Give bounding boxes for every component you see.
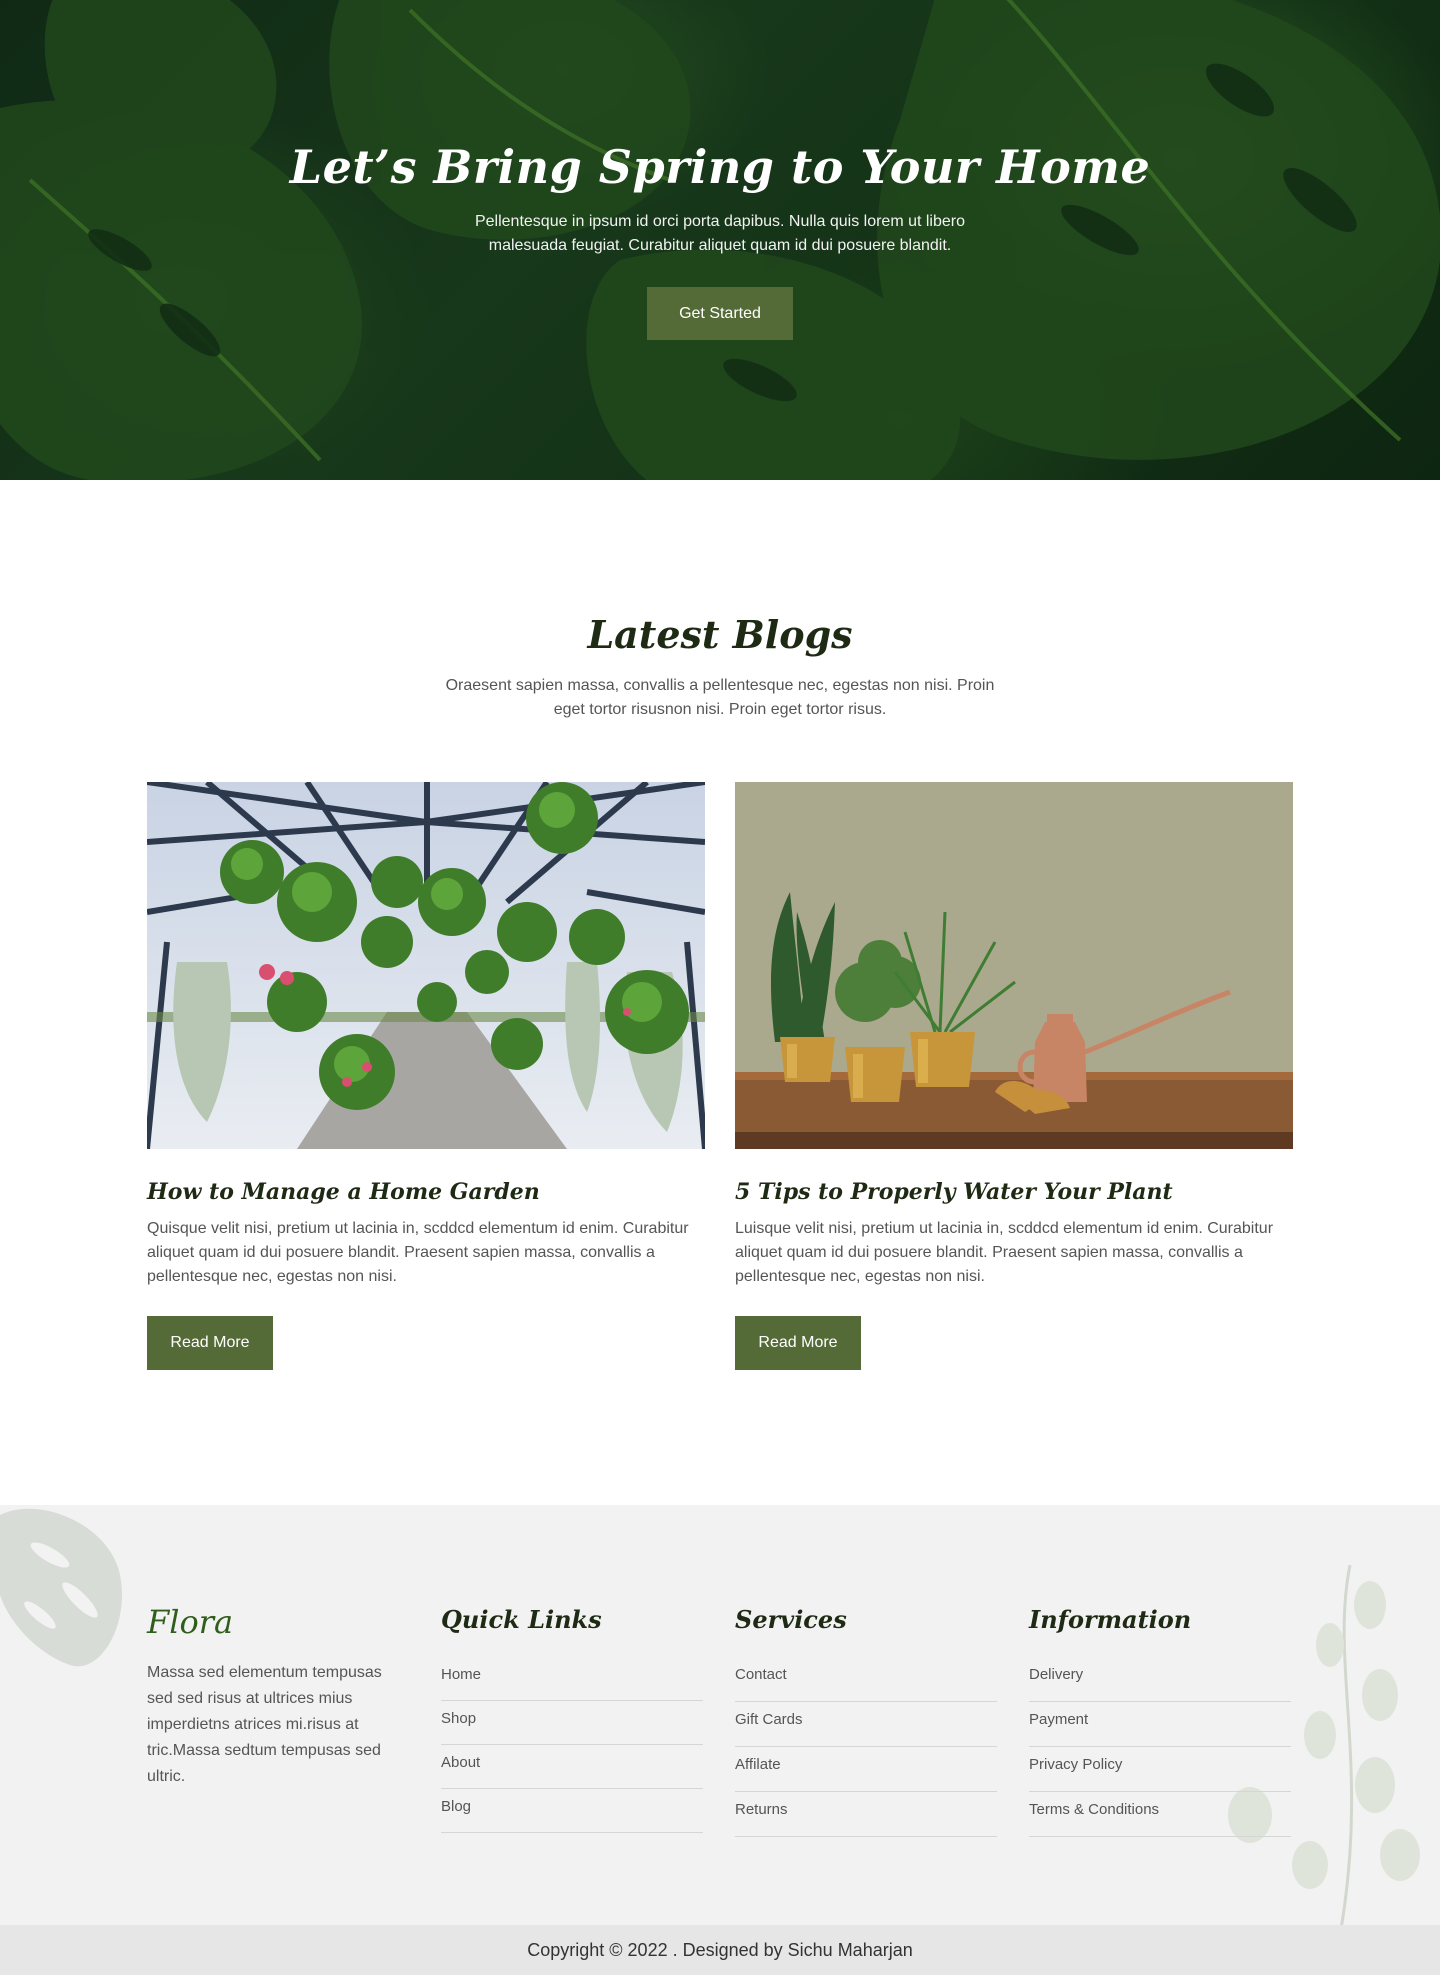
read-more-button[interactable]: Read More bbox=[147, 1316, 273, 1370]
footer-link-blog[interactable]: Blog bbox=[441, 1789, 703, 1833]
footer-link-shop[interactable]: Shop bbox=[441, 1701, 703, 1745]
blog-card: 5 Tips to Properly Water Your Plant Luis… bbox=[735, 782, 1293, 1370]
blog-excerpt: Luisque velit nisi, pretium ut lacinia i… bbox=[735, 1220, 1274, 1285]
latest-blogs-subtitle: Oraesent sapien massa, convallis a pelle… bbox=[445, 677, 995, 718]
quick-links-column: Quick Links Home Shop About Blog bbox=[441, 1605, 703, 1833]
services-column: Services Contact Gift Cards Affilate Ret… bbox=[735, 1605, 997, 1837]
hero-title: Let’s Bring Spring to Your Home bbox=[289, 140, 1151, 194]
footer-about-text: Massa sed elementum tempusas sed sed ris… bbox=[147, 1664, 382, 1785]
site-footer: Flora Massa sed elementum tempusas sed s… bbox=[0, 1505, 1440, 1925]
information-title: Information bbox=[1029, 1605, 1192, 1634]
blog-excerpt: Quisque velit nisi, pretium ut lacinia i… bbox=[147, 1220, 689, 1285]
blog-title[interactable]: How to Manage a Home Garden bbox=[147, 1179, 705, 1209]
quick-links-title: Quick Links bbox=[441, 1605, 602, 1634]
get-started-button[interactable]: Get Started bbox=[647, 287, 793, 340]
footer-link-delivery[interactable]: Delivery bbox=[1029, 1657, 1291, 1702]
blog-card: How to Manage a Home Garden Quisque veli… bbox=[147, 782, 705, 1370]
blog-title[interactable]: 5 Tips to Properly Water Your Plant bbox=[735, 1179, 1293, 1209]
information-column: Information Delivery Payment Privacy Pol… bbox=[1029, 1605, 1291, 1837]
footer-link-returns[interactable]: Returns bbox=[735, 1792, 997, 1837]
footer-link-privacy-policy[interactable]: Privacy Policy bbox=[1029, 1747, 1291, 1792]
footer-link-affilate[interactable]: Affilate bbox=[735, 1747, 997, 1792]
footer-link-home[interactable]: Home bbox=[441, 1657, 703, 1701]
monstera-leaf-decoration bbox=[0, 1508, 122, 1667]
footer-link-payment[interactable]: Payment bbox=[1029, 1702, 1291, 1747]
footer-link-contact[interactable]: Contact bbox=[735, 1657, 997, 1702]
potted-plants-image[interactable] bbox=[735, 782, 1293, 1149]
copyright-bar: Copyright © 2022 . Designed by Sichu Mah… bbox=[0, 1925, 1440, 1975]
hero-subtitle: Pellentesque in ipsum id orci porta dapi… bbox=[474, 213, 966, 254]
footer-link-terms[interactable]: Terms & Conditions bbox=[1029, 1792, 1291, 1837]
hero-banner: Let’s Bring Spring to Your Home Pellente… bbox=[0, 0, 1440, 480]
latest-blogs-title: Latest Blogs bbox=[587, 612, 853, 657]
flora-logo[interactable]: Flora bbox=[147, 1603, 233, 1641]
services-title: Services bbox=[735, 1605, 847, 1634]
footer-link-about[interactable]: About bbox=[441, 1745, 703, 1789]
read-more-button[interactable]: Read More bbox=[735, 1316, 861, 1370]
greenhouse-image[interactable] bbox=[147, 782, 705, 1149]
footer-link-gift-cards[interactable]: Gift Cards bbox=[735, 1702, 997, 1747]
